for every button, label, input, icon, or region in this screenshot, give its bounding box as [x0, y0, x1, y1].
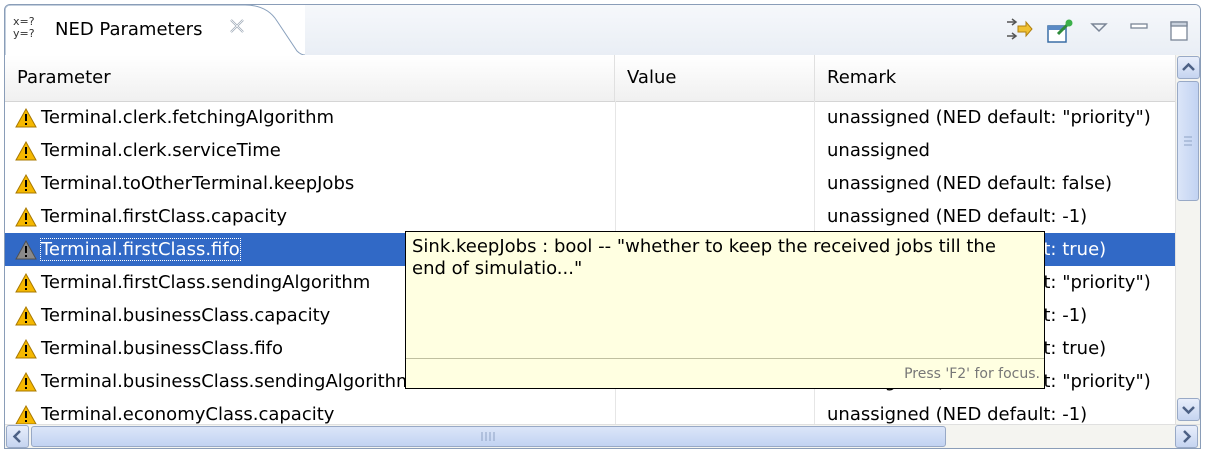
tab-title: NED Parameters — [55, 19, 203, 40]
warning-icon — [15, 205, 37, 227]
warning-icon — [15, 403, 37, 424]
maximize-icon[interactable] — [1164, 16, 1194, 46]
chevron-right-icon — [1183, 430, 1192, 443]
warning-icon — [15, 337, 37, 359]
horizontal-scroll-thumb[interactable] — [31, 426, 946, 447]
table-row[interactable]: Terminal.clerk.fetchingAlgorithm unassig… — [5, 101, 1175, 134]
column-header-remark[interactable]: Remark — [815, 55, 1175, 101]
tab-icon-line2: y=? — [13, 27, 35, 40]
ned-parameters-view: x=? y=? NED Parameters Parameter Value R… — [4, 4, 1201, 449]
warning-icon — [15, 304, 37, 326]
value-cell[interactable] — [615, 167, 815, 200]
parameter-name: Terminal.businessClass.sendingAlgorithm — [41, 371, 414, 392]
parameter-name: Terminal.clerk.fetchingAlgorithm — [41, 107, 335, 128]
parameter-view-icon: x=? y=? — [13, 16, 53, 46]
value-cell[interactable] — [615, 398, 815, 424]
remark-cell: unassigned (NED default: false) — [827, 173, 1113, 194]
table-row[interactable]: Terminal.economyClass.capacity unassigne… — [5, 398, 1175, 424]
column-header-value[interactable]: Value — [615, 55, 815, 101]
warning-icon — [15, 106, 37, 128]
remark-cell: unassigned — [827, 140, 930, 161]
minimize-icon[interactable] — [1124, 16, 1154, 46]
link-with-editor-icon[interactable] — [1004, 16, 1034, 46]
tooltip-footer: Press 'F2' for focus. — [904, 366, 1040, 382]
parameter-name: Terminal.economyClass.capacity — [41, 404, 335, 424]
parameter-cell: Terminal.firstClass.capacity — [15, 200, 613, 233]
parameter-name: Terminal.clerk.serviceTime — [41, 140, 281, 161]
view-toolbar — [1004, 13, 1194, 49]
parameter-tooltip[interactable]: Sink.keepJobs : bool -- "whether to keep… — [405, 231, 1045, 389]
table-row[interactable]: Terminal.clerk.serviceTime unassigned — [5, 134, 1175, 167]
close-icon[interactable] — [227, 16, 247, 36]
chevron-left-icon — [12, 430, 21, 443]
warning-icon — [15, 139, 37, 161]
warning-icon — [15, 238, 37, 260]
parameter-name: Terminal.toOtherTerminal.keepJobs — [41, 173, 355, 194]
value-cell[interactable] — [615, 134, 815, 167]
parameter-name: Terminal.firstClass.sendingAlgorithm — [41, 272, 371, 293]
scroll-right-button[interactable] — [1175, 425, 1198, 448]
value-cell[interactable] — [615, 101, 815, 134]
parameter-name: Terminal.businessClass.capacity — [41, 305, 331, 326]
grip-icon — [1184, 136, 1192, 146]
parameter-name: Terminal.firstClass.fifo — [40, 238, 241, 261]
vertical-scrollbar[interactable] — [1175, 55, 1200, 424]
remark-cell: unassigned (NED default: -1) — [827, 206, 1088, 227]
column-header-parameter[interactable]: Parameter — [5, 55, 615, 101]
tooltip-divider — [406, 358, 1044, 359]
table-row[interactable]: Terminal.toOtherTerminal.keepJobs unassi… — [5, 167, 1175, 200]
warning-icon — [15, 172, 37, 194]
remark-cell: unassigned (NED default: -1) — [827, 404, 1088, 424]
parameter-cell: Terminal.economyClass.capacity — [15, 398, 613, 424]
scroll-up-button[interactable] — [1177, 56, 1200, 79]
table-header: Parameter Value Remark — [5, 55, 1175, 102]
horizontal-scrollbar[interactable] — [5, 424, 1200, 448]
view-tab-bar: x=? y=? NED Parameters — [5, 5, 1200, 56]
view-menu-icon[interactable] — [1084, 16, 1114, 46]
value-cell[interactable] — [615, 200, 815, 233]
parameter-cell: Terminal.clerk.serviceTime — [15, 134, 613, 167]
parameter-cell: Terminal.clerk.fetchingAlgorithm — [15, 101, 613, 134]
warning-icon — [15, 271, 37, 293]
parameter-cell: Terminal.toOtherTerminal.keepJobs — [15, 167, 613, 200]
warning-icon — [15, 370, 37, 392]
scroll-left-button[interactable] — [6, 425, 29, 448]
chevron-down-icon — [1182, 406, 1195, 415]
grip-icon — [481, 432, 495, 441]
tooltip-text: Sink.keepJobs : bool -- "whether to keep… — [412, 236, 996, 279]
tab-ned-parameters[interactable]: x=? y=? NED Parameters — [5, 5, 305, 56]
table-row[interactable]: Terminal.firstClass.capacity unassigned … — [5, 200, 1175, 233]
vertical-scroll-thumb[interactable] — [1177, 81, 1199, 201]
parameter-name: Terminal.businessClass.fifo — [41, 338, 284, 359]
pin-icon[interactable] — [1044, 16, 1074, 46]
parameter-name: Terminal.firstClass.capacity — [41, 206, 288, 227]
scroll-down-button[interactable] — [1177, 398, 1200, 421]
remark-cell: unassigned (NED default: "priority") — [827, 107, 1151, 128]
chevron-up-icon — [1182, 62, 1195, 71]
